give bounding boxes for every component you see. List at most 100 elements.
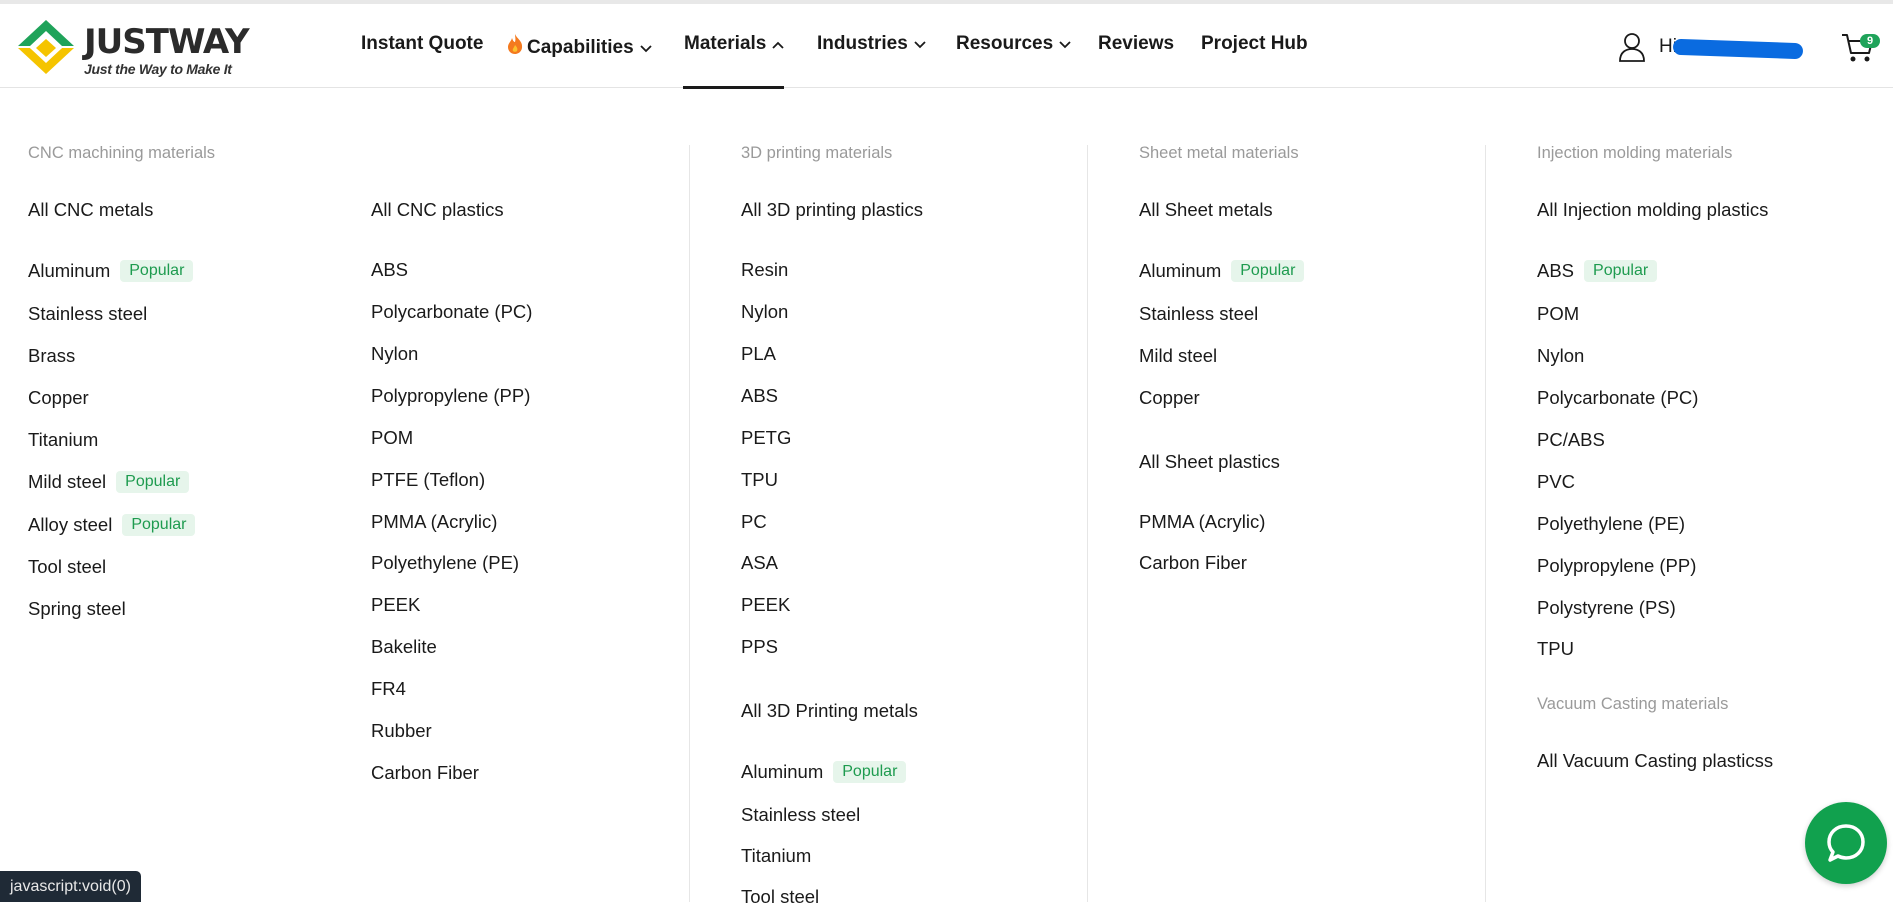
sheet-all-plastics-link[interactable]: All Sheet plastics [1139, 451, 1280, 473]
sheet-metal-item[interactable]: Stainless steel [1139, 303, 1258, 325]
cnc-plastic-item[interactable]: Rubber [371, 720, 432, 742]
column-divider [689, 145, 690, 902]
printing-all-plastics-link[interactable]: All 3D printing plastics [741, 199, 923, 221]
injection-plastic-item[interactable]: Polypropylene (PP) [1537, 555, 1696, 577]
column-divider [1485, 145, 1486, 902]
cnc-metal-item[interactable]: Tool steel [28, 556, 106, 578]
printing-plastic-item[interactable]: Resin [741, 259, 788, 281]
sheet-section-title: Sheet metal materials [1139, 144, 1299, 162]
cnc-plastic-item[interactable]: Carbon Fiber [371, 762, 479, 784]
nav-capabilities-label: Capabilities [527, 37, 634, 58]
injection-plastic-item[interactable]: PC/ABS [1537, 429, 1605, 451]
vacuum-section-title: Vacuum Casting materials [1537, 695, 1729, 713]
cnc-plastic-item[interactable]: Polyethylene (PE) [371, 552, 519, 574]
injection-plastic-item[interactable]: Polystyrene (PS) [1537, 597, 1676, 619]
chevron-down-icon [640, 37, 652, 59]
cnc-plastic-item[interactable]: POM [371, 427, 413, 449]
cnc-metal-item[interactable]: Brass [28, 345, 75, 367]
sheet-plastic-item[interactable]: PMMA (Acrylic) [1139, 511, 1265, 533]
printing-plastic-item[interactable]: TPU [741, 469, 778, 491]
cnc-metal-item[interactable]: Titanium [28, 429, 98, 451]
brand-name: JUSTWAY [84, 22, 250, 62]
cnc-plastic-item[interactable]: PEEK [371, 594, 420, 616]
fire-icon [506, 33, 524, 61]
cart-icon [1841, 34, 1875, 68]
printing-metal-item[interactable]: Titanium [741, 845, 811, 867]
injection-all-plastics-link[interactable]: All Injection molding plastics [1537, 199, 1768, 221]
cnc-metal-item[interactable]: Spring steel [28, 598, 126, 620]
brand-logo[interactable]: JUSTWAY Just the Way to Make It [16, 18, 250, 80]
cnc-plastic-item[interactable]: ABS [371, 259, 408, 281]
nav-resources[interactable]: Resources [956, 33, 1071, 55]
sheet-metal-item[interactable]: Copper [1139, 387, 1200, 409]
cnc-plastic-item[interactable]: Polycarbonate (PC) [371, 301, 532, 323]
injection-plastic-item[interactable]: POM [1537, 303, 1579, 325]
nav-capabilities[interactable]: Capabilities [506, 33, 652, 61]
popular-badge: Popular [1231, 260, 1305, 282]
cnc-metal-item[interactable]: Copper [28, 387, 89, 409]
popular-badge: Popular [1584, 260, 1658, 282]
sheet-metal-item[interactable]: Mild steel [1139, 345, 1217, 367]
printing-all-metals-link[interactable]: All 3D Printing metals [741, 700, 918, 722]
printing-plastic-item[interactable]: Nylon [741, 301, 788, 323]
injection-plastic-item[interactable]: Polycarbonate (PC) [1537, 387, 1698, 409]
cnc-section-title: CNC machining materials [28, 144, 216, 162]
sheet-plastic-item[interactable]: Carbon Fiber [1139, 552, 1247, 574]
printing-plastic-item[interactable]: PC [741, 511, 767, 533]
printing-section-title: 3D printing materials [741, 144, 893, 162]
printing-metal-item[interactable]: Aluminum Popular [741, 761, 907, 783]
injection-plastic-item[interactable]: PVC [1537, 471, 1575, 493]
redaction-mark [1672, 38, 1804, 60]
cnc-plastic-item[interactable]: Polypropylene (PP) [371, 385, 530, 407]
printing-plastic-item[interactable]: ABS [741, 385, 778, 407]
printing-plastic-item[interactable]: ASA [741, 552, 778, 574]
printing-plastic-item[interactable]: PPS [741, 636, 778, 658]
printing-plastic-item[interactable]: PETG [741, 427, 791, 449]
cnc-plastic-item[interactable]: Nylon [371, 343, 418, 365]
vacuum-all-plastics-link[interactable]: All Vacuum Casting plasticss [1537, 750, 1773, 772]
nav-materials[interactable]: Materials [684, 33, 785, 55]
cnc-metal-item[interactable]: Stainless steel [28, 303, 147, 325]
nav-project-hub[interactable]: Project Hub [1201, 33, 1308, 55]
injection-plastic-item[interactable]: TPU [1537, 638, 1574, 660]
cnc-plastic-item[interactable]: PTFE (Teflon) [371, 469, 485, 491]
cnc-metal-item[interactable]: Mild steel Popular [28, 471, 190, 493]
popular-badge: Popular [833, 761, 907, 783]
injection-section-title: Injection molding materials [1537, 144, 1733, 162]
nav-industries[interactable]: Industries [817, 33, 926, 55]
printing-plastic-item[interactable]: PEEK [741, 594, 790, 616]
chat-button[interactable] [1805, 802, 1887, 884]
cart-count-badge: 9 [1860, 34, 1880, 48]
popular-badge: Popular [122, 514, 196, 536]
cnc-plastic-item[interactable]: FR4 [371, 678, 406, 700]
cnc-all-plastics-link[interactable]: All CNC plastics [371, 199, 504, 221]
user-icon [1618, 32, 1646, 67]
nav-materials-label: Materials [684, 33, 767, 55]
logo-mark-icon [18, 20, 74, 74]
column-divider [1087, 145, 1088, 902]
injection-plastic-item[interactable]: Nylon [1537, 345, 1584, 367]
site-header: JUSTWAY Just the Way to Make It Instant … [0, 4, 1893, 89]
chevron-down-icon [1059, 33, 1071, 55]
cnc-all-metals-link[interactable]: All CNC metals [28, 199, 153, 221]
sheet-metal-item[interactable]: Aluminum Popular [1139, 260, 1305, 282]
browser-status-bar: javascript:void(0) [0, 871, 141, 902]
injection-plastic-item[interactable]: Polyethylene (PE) [1537, 513, 1685, 535]
popular-badge: Popular [120, 260, 194, 282]
chevron-down-icon [914, 33, 926, 55]
nav-resources-label: Resources [956, 33, 1054, 55]
nav-reviews[interactable]: Reviews [1098, 33, 1174, 55]
cnc-plastic-item[interactable]: Bakelite [371, 636, 437, 658]
chevron-up-icon [772, 33, 785, 55]
cnc-plastic-item[interactable]: PMMA (Acrylic) [371, 511, 497, 533]
sheet-all-metals-link[interactable]: All Sheet metals [1139, 199, 1273, 221]
printing-metal-item[interactable]: Stainless steel [741, 804, 860, 826]
cnc-metal-item[interactable]: Aluminum Popular [28, 260, 194, 282]
nav-industries-label: Industries [817, 33, 908, 55]
printing-plastic-item[interactable]: PLA [741, 343, 776, 365]
nav-instant-quote[interactable]: Instant Quote [361, 33, 483, 55]
chat-icon [1825, 822, 1867, 869]
printing-metal-item[interactable]: Tool steel [741, 886, 819, 908]
injection-plastic-item[interactable]: ABS Popular [1537, 260, 1658, 282]
cnc-metal-item[interactable]: Alloy steel Popular [28, 514, 196, 536]
